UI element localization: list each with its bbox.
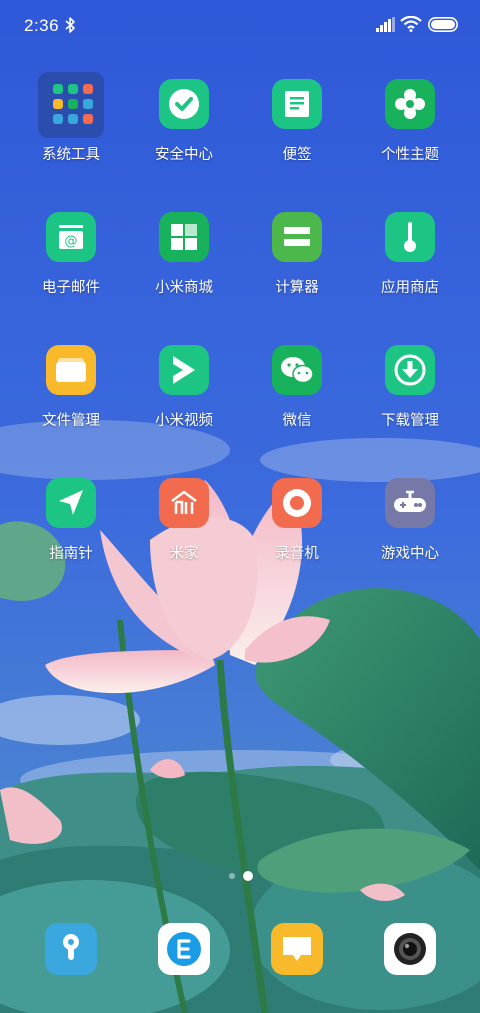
download-icon [385,345,435,395]
compass-arrow-icon [46,478,96,528]
app-security-center[interactable]: 安全中心 [129,79,239,189]
video-play-icon [159,345,209,395]
app-download-manager[interactable]: 下载管理 [355,345,465,455]
page-dot-2-active[interactable] [243,871,253,881]
svg-text:@: @ [65,234,78,249]
app-calculator[interactable]: 计算器 [242,212,352,322]
app-themes[interactable]: 个性主题 [355,79,465,189]
app-label: 计算器 [275,280,319,296]
app-label: 小米视频 [155,413,213,429]
app-label: 下载管理 [381,413,439,429]
app-label: 应用商店 [381,280,439,296]
flower-icon [385,79,435,129]
app-mi-video[interactable]: 小米视频 [129,345,239,455]
browser-e-icon[interactable] [158,923,210,975]
app-app-store[interactable]: 应用商店 [355,212,465,322]
mi-home-icon [159,478,209,528]
gamepad-icon [385,478,435,528]
store-grid-icon [159,212,209,262]
app-game-center[interactable]: 游戏中心 [355,478,465,588]
app-label: 指南针 [49,546,93,562]
app-label: 微信 [282,413,312,429]
camera-icon[interactable] [384,923,436,975]
app-label: 系统工具 [42,147,100,163]
file-folder-icon [46,345,96,395]
app-email[interactable]: @ 电子邮件 [16,212,126,322]
app-label: 电子邮件 [42,280,100,296]
message-icon[interactable] [271,923,323,975]
app-compass[interactable]: 指南针 [16,478,126,588]
app-mi-store[interactable]: 小米商城 [129,212,239,322]
app-label: 文件管理 [42,413,100,429]
page-dot-1[interactable] [229,873,235,879]
app-label: 米家 [169,546,199,562]
dock [0,920,480,980]
app-grid: 系统工具 安全中心 便签 个性主题 @ 电子邮件 小米商城 计算器 应用商店 文… [0,0,480,600]
folder-icon[interactable] [38,72,104,138]
app-label: 录音机 [275,546,319,562]
email-icon: @ [46,212,96,262]
app-label: 游戏中心 [381,546,439,562]
phone-keyhole-icon[interactable] [45,923,97,975]
app-wechat[interactable]: 微信 [242,345,352,455]
app-label: 安全中心 [155,147,213,163]
thermometer-icon [385,212,435,262]
app-file-manager[interactable]: 文件管理 [16,345,126,455]
page-indicator [0,871,480,881]
app-mi-home[interactable]: 米家 [129,478,239,588]
app-label: 便签 [282,147,312,163]
note-icon [272,79,322,129]
app-notes[interactable]: 便签 [242,79,352,189]
equals-icon [272,212,322,262]
app-label: 小米商城 [155,280,213,296]
app-label: 个性主题 [381,147,439,163]
app-recorder[interactable]: 录音机 [242,478,352,588]
wechat-icon [272,345,322,395]
record-icon [272,478,322,528]
checkmark-shield-icon [159,79,209,129]
